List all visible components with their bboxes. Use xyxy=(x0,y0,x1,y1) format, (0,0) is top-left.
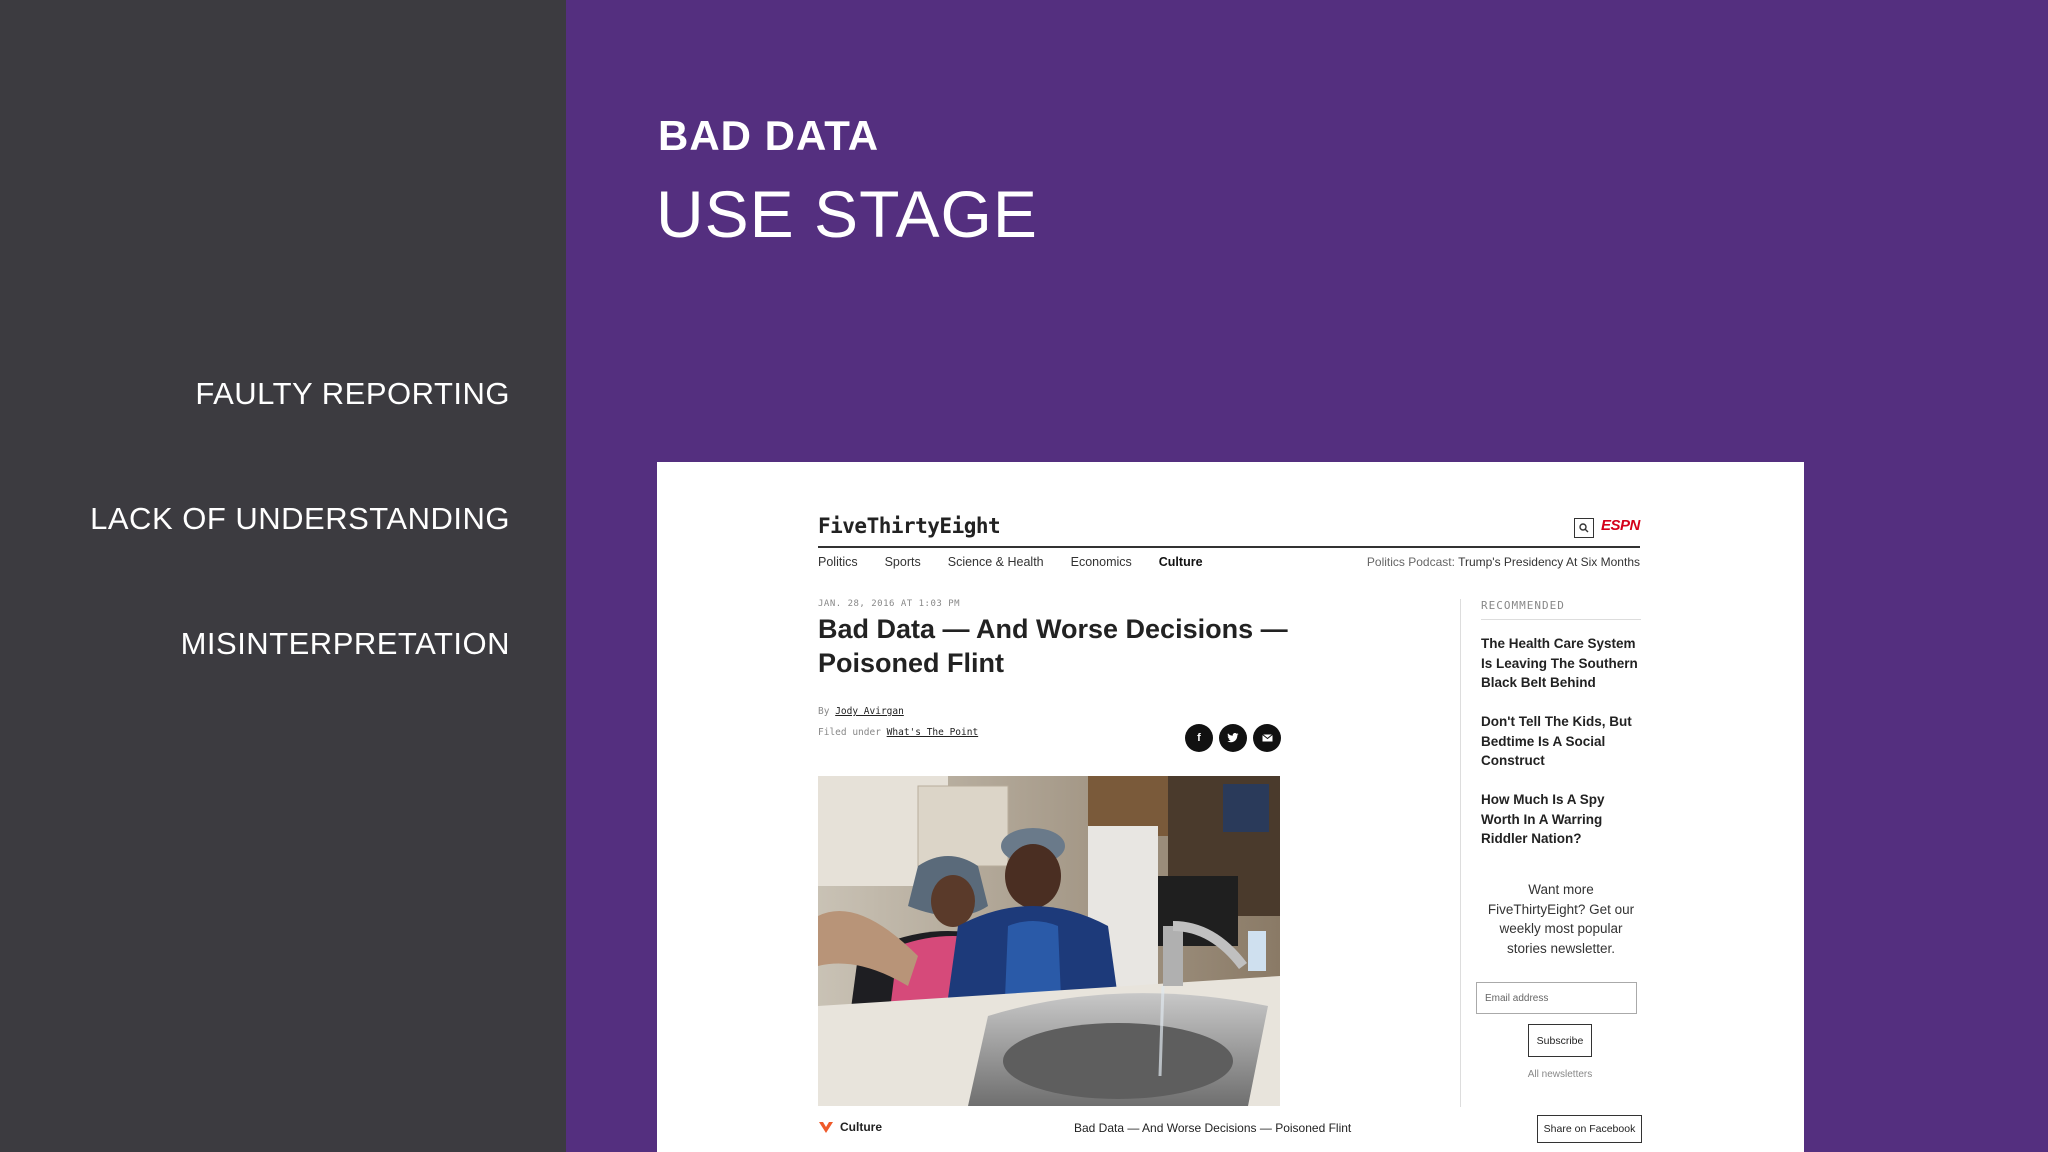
header-divider xyxy=(818,546,1640,548)
nav-politics[interactable]: Politics xyxy=(818,555,858,569)
email-icon[interactable] xyxy=(1253,724,1281,752)
nav-economics[interactable]: Economics xyxy=(1071,555,1132,569)
topic-lack-of-understanding: LACK OF UNDERSTANDING xyxy=(90,501,510,536)
left-panel: FAULTY REPORTING LACK OF UNDERSTANDING M… xyxy=(0,0,566,1152)
nav-science-health[interactable]: Science & Health xyxy=(948,555,1044,569)
main-nav: Politics Sports Science & Health Economi… xyxy=(818,555,1203,569)
article-dateline: JAN. 28, 2016 AT 1:03 PM xyxy=(818,599,961,609)
filed-under: Filed under What's The Point xyxy=(818,727,978,738)
filed-under-link[interactable]: What's The Point xyxy=(887,727,979,738)
slide-subtitle: USE STAGE xyxy=(656,177,1038,251)
nav-sports[interactable]: Sports xyxy=(885,555,921,569)
article-photo xyxy=(818,776,1280,1106)
recommended-label: RECOMMENDED xyxy=(1481,599,1565,612)
all-newsletters-link[interactable]: All newsletters xyxy=(1525,1069,1595,1080)
topic-misinterpretation: MISINTERPRETATION xyxy=(180,626,510,661)
article-byline: By Jody Avirgan xyxy=(818,706,904,717)
recommended-item[interactable]: Don't Tell The Kids, But Bedtime Is A So… xyxy=(1481,712,1641,771)
author-link[interactable]: Jody Avirgan xyxy=(835,706,904,717)
podcast-title[interactable]: Trump's Presidency At Six Months xyxy=(1458,555,1640,569)
kitchen-scene-image xyxy=(818,776,1280,1106)
search-icon[interactable] xyxy=(1574,518,1594,538)
filed-prefix: Filed under xyxy=(818,727,881,738)
footer-section[interactable]: Culture xyxy=(818,1120,882,1134)
recommended-item[interactable]: How Much Is A Spy Worth In A Warring Rid… xyxy=(1481,790,1641,849)
email-field[interactable] xyxy=(1476,982,1637,1014)
subscribe-button[interactable]: Subscribe xyxy=(1528,1024,1592,1057)
byline-prefix: By xyxy=(818,706,830,717)
share-icons: f xyxy=(1185,724,1281,752)
podcast-label: Politics Podcast: xyxy=(1366,555,1455,569)
culture-icon xyxy=(819,1122,833,1133)
topic-faulty-reporting: FAULTY REPORTING xyxy=(195,376,510,411)
footer-section-label: Culture xyxy=(840,1120,882,1134)
nav-culture[interactable]: Culture xyxy=(1159,555,1203,569)
newsletter-promo: Want more FiveThirtyEight? Get our weekl… xyxy=(1487,882,1635,956)
footer-title: Bad Data — And Worse Decisions — Poisone… xyxy=(1074,1121,1352,1135)
sidebar-divider xyxy=(1460,599,1461,1107)
site-logo[interactable]: FiveThirtyEight xyxy=(818,514,1001,538)
twitter-icon[interactable] xyxy=(1219,724,1247,752)
article-screenshot: FiveThirtyEight ESPN Politics Sports Sci… xyxy=(657,462,1804,1152)
share-on-facebook-button[interactable]: Share on Facebook xyxy=(1537,1115,1642,1143)
recommended-item[interactable]: The Health Care System Is Leaving The So… xyxy=(1481,634,1641,693)
article-headline: Bad Data — And Worse Decisions — Poisone… xyxy=(818,614,1288,678)
espn-logo[interactable]: ESPN xyxy=(1601,517,1640,534)
podcast-link[interactable]: Politics Podcast: Trump's Presidency At … xyxy=(1367,555,1640,569)
slide-title: BAD DATA xyxy=(658,112,880,159)
recommended-divider xyxy=(1481,619,1641,620)
facebook-icon[interactable]: f xyxy=(1185,724,1213,752)
